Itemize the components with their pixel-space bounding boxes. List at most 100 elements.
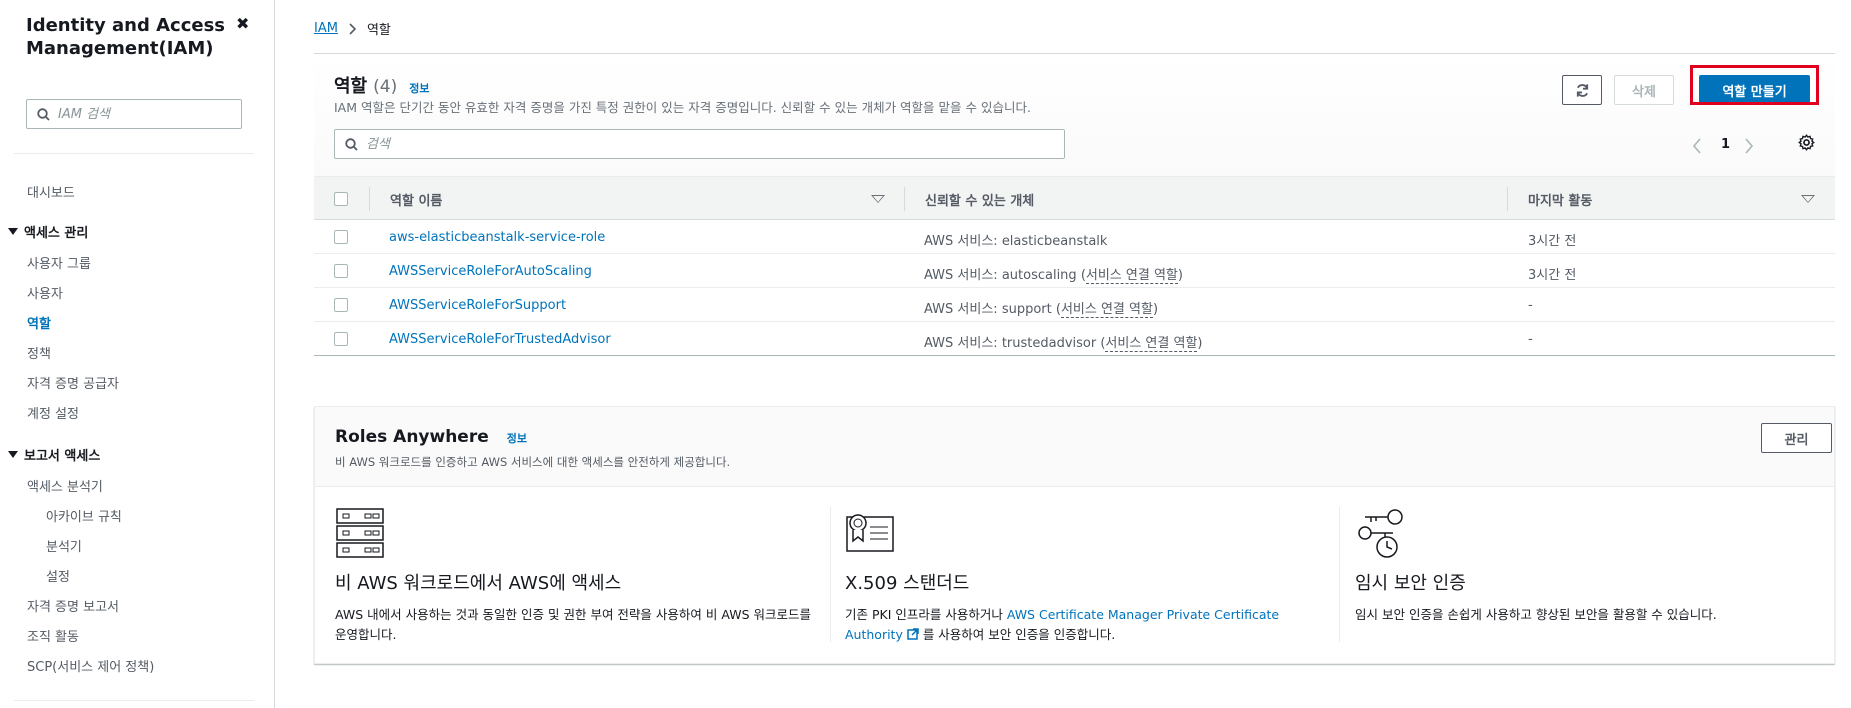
trusted-entity-text: AWS 서비스: support	[924, 302, 1056, 317]
roles-count: (4)	[373, 77, 398, 97]
divider	[1507, 187, 1508, 211]
sidebar-item-roles[interactable]: 역할	[27, 313, 51, 332]
breadcrumb-current: 역할	[366, 23, 391, 38]
roles-anywhere-title: Roles Anywhere 정보	[335, 427, 527, 447]
sidebar-item-credential-report[interactable]: 자격 증명 보고서	[27, 596, 119, 615]
sidebar-item-scp[interactable]: SCP(서비스 제어 정책)	[27, 656, 154, 675]
keys-clock-icon	[1358, 509, 1403, 558]
sidebar-item-settings[interactable]: 설정	[46, 566, 70, 585]
refresh-icon	[1576, 83, 1588, 97]
service-linked-role-link[interactable]: 서비스 연결 역할	[1105, 336, 1198, 352]
last-activity: -	[1528, 298, 1533, 313]
roles-panel: 역할 (4) 정보 IAM 역할은 단기간 동안 유효한 자격 증명을 가진 특…	[314, 54, 1835, 386]
sidebar-item-dashboard[interactable]: 대시보드	[27, 182, 75, 201]
sidebar-search-input[interactable]	[58, 106, 228, 122]
column-header-role-name[interactable]: 역할 이름	[390, 190, 442, 209]
feature-description: 임시 보안 인증을 손쉽게 사용하고 향상된 보안을 활용할 수 있습니다.	[1355, 607, 1717, 622]
breadcrumb-iam-link[interactable]: IAM	[314, 21, 338, 36]
table-row[interactable]: AWSServiceRoleForSupport AWS 서비스: suppor…	[314, 288, 1835, 322]
close-icon[interactable]: ✖	[236, 14, 249, 33]
trusted-entity: AWS 서비스: support (서비스 연결 역할)	[924, 298, 1158, 318]
service-linked-role-link[interactable]: 서비스 연결 역할	[1060, 302, 1153, 318]
certificate-icon	[846, 514, 894, 552]
roles-anywhere-description: 비 AWS 워크로드를 인증하고 AWS 서비스에 대한 액세스를 안전하게 제…	[335, 455, 731, 469]
sidebar-search[interactable]	[26, 99, 242, 129]
refresh-button[interactable]	[1562, 75, 1602, 105]
roles-search[interactable]	[334, 129, 1065, 159]
roles-description: IAM 역할은 단기간 동안 유효한 자격 증명을 가진 특정 권한이 있는 자…	[334, 100, 1031, 115]
roles-anywhere-panel: Roles Anywhere 정보 비 AWS 워크로드를 인증하고 AWS 서…	[314, 406, 1835, 664]
chevron-left-icon[interactable]	[1692, 138, 1702, 154]
table-row[interactable]: AWSServiceRoleForTrustedAdvisor AWS 서비스:…	[314, 322, 1835, 356]
sidebar-item-analyzers[interactable]: 분석기	[46, 536, 82, 555]
last-activity: -	[1528, 332, 1533, 347]
divider	[1339, 507, 1340, 642]
info-link[interactable]: 정보	[507, 430, 527, 446]
row-checkbox[interactable]	[334, 264, 348, 278]
caret-down-icon	[8, 228, 18, 235]
sidebar-section-label: 보고서 액세스	[24, 449, 101, 464]
roles-anywhere-header	[315, 407, 1834, 487]
trusted-entity: AWS 서비스: elasticbeanstalk	[924, 230, 1107, 249]
column-header-trusted-entities[interactable]: 신뢰할 수 있는 개체	[925, 190, 1034, 209]
breadcrumb: IAM 역할	[314, 19, 391, 38]
feature-description-text: 기존 PKI 인프라를 사용하거나	[845, 607, 1007, 622]
last-activity: 3시간 전	[1528, 234, 1577, 249]
sidebar-item-user-groups[interactable]: 사용자 그룹	[27, 253, 91, 272]
feature-temporary-credentials: 임시 보안 인증 임시 보안 인증을 손쉽게 사용하고 향상된 보안을 활용할 …	[1355, 507, 1835, 625]
role-name-link[interactable]: AWSServiceRoleForSupport	[389, 298, 566, 313]
page-number[interactable]: 1	[1721, 137, 1730, 152]
divider	[904, 187, 905, 211]
sidebar-item-organization-activity[interactable]: 조직 활동	[27, 626, 79, 645]
sidebar-item-identity-providers[interactable]: 자격 증명 공급자	[27, 373, 119, 392]
sort-icon[interactable]	[1801, 195, 1815, 203]
sidebar-section-access-management[interactable]: 액세스 관리	[8, 222, 88, 241]
row-checkbox[interactable]	[334, 332, 348, 346]
sidebar-item-users[interactable]: 사용자	[27, 283, 63, 302]
sidebar-item-account-settings[interactable]: 계정 설정	[27, 403, 79, 422]
sidebar: Identity and Access Management(IAM) ✖ 대시…	[0, 0, 275, 708]
delete-button[interactable]: 삭제	[1614, 75, 1674, 105]
row-checkbox[interactable]	[334, 230, 348, 244]
sidebar-item-access-analyzer[interactable]: 액세스 분석기	[27, 476, 103, 495]
paren: )	[1177, 268, 1183, 283]
chevron-right-icon	[349, 22, 357, 35]
feature-description: AWS 내에서 사용하는 것과 동일한 인증 및 권한 부여 전략을 사용하여 …	[335, 607, 811, 642]
divider	[14, 153, 254, 154]
table-row[interactable]: AWSServiceRoleForAutoScaling AWS 서비스: au…	[314, 254, 1835, 288]
last-activity: 3시간 전	[1528, 268, 1577, 283]
sort-icon[interactable]	[871, 195, 885, 203]
role-name-link[interactable]: AWSServiceRoleForTrustedAdvisor	[389, 332, 611, 347]
table-row[interactable]: aws-elasticbeanstalk-service-role AWS 서비…	[314, 220, 1835, 254]
table-header: 역할 이름 신뢰할 수 있는 개체 마지막 활동	[314, 176, 1835, 220]
role-name-link[interactable]: AWSServiceRoleForAutoScaling	[389, 264, 592, 279]
paren: )	[1197, 336, 1203, 351]
row-checkbox[interactable]	[334, 298, 348, 312]
manage-button[interactable]: 관리	[1761, 423, 1832, 453]
sidebar-item-archive-rules[interactable]: 아카이브 규칙	[46, 506, 122, 525]
server-rack-icon	[336, 508, 384, 558]
feature-title: 임시 보안 인증	[1355, 573, 1466, 594]
gear-icon[interactable]	[1798, 134, 1815, 151]
sidebar-section-label: 액세스 관리	[24, 226, 89, 241]
divider	[830, 507, 831, 642]
service-linked-role-link[interactable]: 서비스 연결 역할	[1085, 268, 1178, 284]
roles-search-input[interactable]	[366, 136, 1046, 152]
section-title: Roles Anywhere	[335, 427, 489, 447]
caret-down-icon	[8, 451, 18, 458]
feature-non-aws-access: 비 AWS 워크로드에서 AWS에 액세스 AWS 내에서 사용하는 것과 동일…	[335, 507, 815, 645]
trusted-entity-text: AWS 서비스: elasticbeanstalk	[924, 234, 1108, 249]
column-header-last-activity[interactable]: 마지막 활동	[1528, 190, 1592, 209]
feature-title: 비 AWS 워크로드에서 AWS에 액세스	[335, 573, 622, 594]
sidebar-item-policies[interactable]: 정책	[27, 343, 51, 362]
sidebar-title: Identity and Access Management(IAM)	[26, 15, 226, 59]
role-name-link[interactable]: aws-elasticbeanstalk-service-role	[389, 230, 605, 245]
divider	[369, 187, 370, 211]
select-all-checkbox[interactable]	[334, 192, 348, 206]
external-link-icon[interactable]	[907, 628, 919, 640]
trusted-entity-text: AWS 서비스: trustedadvisor	[924, 336, 1101, 351]
sidebar-section-access-reports[interactable]: 보고서 액세스	[8, 445, 100, 464]
trusted-entity: AWS 서비스: trustedadvisor (서비스 연결 역할)	[924, 332, 1203, 352]
chevron-right-icon[interactable]	[1744, 138, 1754, 154]
info-link[interactable]: 정보	[409, 80, 429, 96]
